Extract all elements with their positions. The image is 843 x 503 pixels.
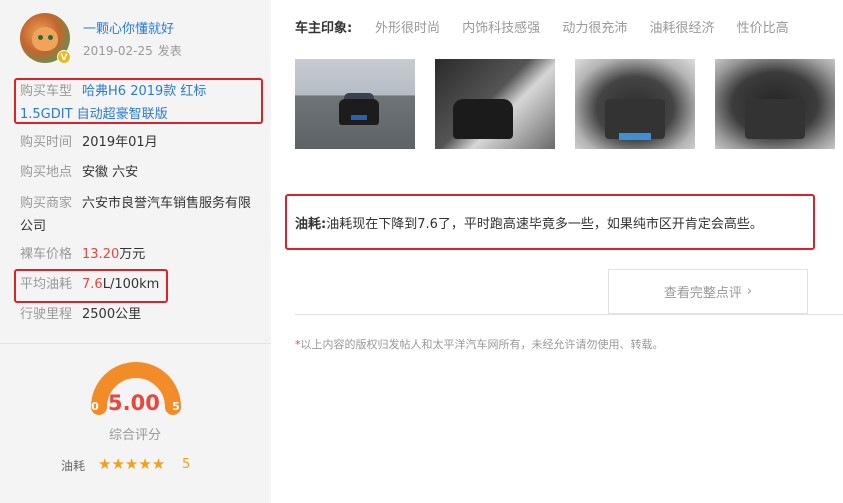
view-full-review-label: 查看完整点评	[663, 286, 742, 301]
avatar-face	[32, 27, 58, 51]
model-label: 购买车型	[20, 84, 73, 99]
price-number: 13.20	[82, 247, 120, 262]
impression-tag[interactable]: 油耗很经济	[649, 17, 714, 36]
fuel-comment: 油耗:油耗现在下降到7.6了，平时跑高速毕竟多一些，如果纯市区开肯定会高些。	[295, 213, 763, 232]
owner-sidebar: V 一颗心你懂就好 2019-02-25 发表 购买车型 哈弗H6 2019款 红标…	[0, 0, 271, 503]
car-photo-trunk-open[interactable]	[715, 59, 835, 149]
verified-v-icon: V	[57, 50, 71, 64]
fuel-unit: L/100km	[102, 277, 160, 292]
disclaimer-text: 以上内容的版权归发帖人和太平洋汽车网所有，未经允许请勿使用、转载。	[300, 338, 664, 351]
copyright-disclaimer: *以上内容的版权归发帖人和太平洋汽车网所有，未经允许请勿使用、转载。	[295, 336, 664, 352]
content-divider	[295, 314, 843, 315]
dealer-label: 购买商家	[20, 196, 73, 211]
mileage-label: 行驶里程	[20, 307, 73, 322]
car-photo-interior[interactable]	[435, 59, 555, 149]
impression-tag[interactable]: 内饰科技感强	[462, 17, 540, 36]
post-date: 2019-02-25	[83, 44, 153, 58]
fuel-star-icons: ★★★★★	[98, 455, 166, 473]
fuel-label: 平均油耗	[20, 277, 73, 292]
place-value: 安徽 六安	[82, 165, 139, 180]
fuel-rating-label: 油耗	[61, 459, 86, 473]
impression-label: 车主印象:	[295, 21, 353, 36]
comment-label: 油耗:	[295, 217, 327, 232]
price-label: 裸车价格	[20, 247, 73, 262]
info-row-mileage: 行驶里程 2500公里	[20, 303, 141, 326]
overall-score: 5.00	[108, 391, 160, 415]
impression-tag[interactable]: 性价比高	[737, 17, 789, 36]
sidebar-divider	[0, 343, 271, 344]
time-value: 2019年01月	[82, 135, 158, 150]
fuel-rating-score: 5	[182, 457, 191, 472]
info-row-model: 购买车型 哈弗H6 2019款 红标 1.5GDIT 自动超豪智联版	[20, 80, 260, 126]
score-min: 0	[91, 400, 99, 413]
place-label: 购买地点	[20, 165, 73, 180]
impression-tag[interactable]: 动力很充沛	[562, 17, 627, 36]
info-row-fuel: 平均油耗 7.6L/100km	[20, 273, 159, 296]
impression-tag[interactable]: 外形很时尚	[375, 17, 440, 36]
impression-tags: 外形很时尚 内饰科技感强 动力很充沛 油耗很经济 性价比高	[375, 17, 807, 36]
view-full-review-button[interactable]: 查看完整点评 ›	[608, 269, 808, 314]
post-label: 发表	[157, 44, 182, 58]
car-photo-trunk[interactable]	[575, 59, 695, 149]
info-row-price: 裸车价格 13.20万元	[20, 243, 145, 266]
post-time: 2019-02-25 发表	[83, 42, 182, 59]
mileage-value: 2500公里	[82, 307, 142, 322]
info-row-time: 购买时间 2019年01月	[20, 131, 158, 154]
overall-score-label: 综合评分	[108, 428, 161, 443]
car-photo-front[interactable]	[295, 59, 415, 149]
score-max: 5	[172, 400, 180, 413]
comment-text: 油耗现在下降到7.6了，平时跑高速毕竟多一些，如果纯市区开肯定会高些。	[326, 217, 763, 232]
info-row-place: 购买地点 安徽 六安	[20, 161, 138, 184]
chevron-right-icon: ›	[746, 284, 753, 299]
time-label: 购买时间	[20, 135, 73, 150]
price-unit: 万元	[119, 247, 146, 262]
info-row-dealer: 购买商家 六安市良誉汽车销售服务有限公司	[20, 192, 255, 238]
username-link[interactable]: 一颗心你懂就好	[83, 18, 174, 37]
fuel-number: 7.6	[82, 277, 103, 292]
